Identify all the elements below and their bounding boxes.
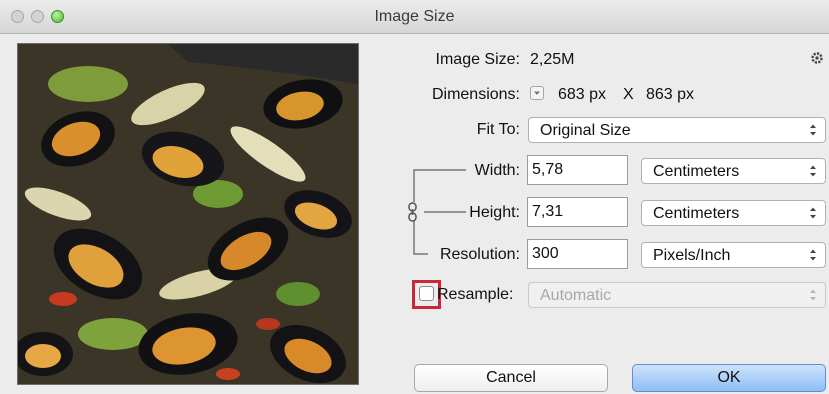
fit-to-value: Original Size — [540, 122, 631, 139]
height-input[interactable]: 7,31 — [527, 197, 628, 227]
ok-button[interactable]: OK — [632, 364, 826, 392]
width-unit-value: Centimeters — [653, 163, 740, 180]
dimensions-width-px: 683 px — [558, 86, 607, 103]
resample-checkbox[interactable] — [419, 286, 434, 301]
height-value: 7,31 — [532, 203, 564, 220]
resolution-unit-value: Pixels/Inch — [653, 247, 731, 264]
select-arrows-icon — [810, 207, 816, 219]
resample-method-value: Automatic — [540, 287, 612, 304]
select-arrows-icon — [810, 249, 816, 261]
select-arrows-icon — [810, 289, 816, 301]
image-size-value: 2,25M — [530, 51, 575, 68]
gear-icon[interactable] — [810, 51, 824, 65]
cancel-button[interactable]: Cancel — [414, 364, 608, 392]
resolution-value: 300 — [532, 245, 559, 262]
dimensions-label: Dimensions: — [431, 86, 520, 103]
resolution-input[interactable]: 300 — [527, 239, 628, 269]
image-size-dialog: Image Size Image Size: 2,25M Dimensions:… — [0, 0, 829, 394]
image-size-label: Image Size: — [435, 51, 520, 68]
width-label: Width: — [474, 162, 520, 179]
dimensions-separator: X — [623, 86, 634, 103]
select-arrows-icon — [810, 124, 816, 136]
height-unit-select[interactable]: Centimeters — [641, 200, 826, 226]
fit-to-label: Fit To: — [476, 121, 520, 138]
image-preview[interactable] — [17, 43, 359, 385]
food-photo-preview — [18, 44, 358, 384]
dimensions-height-px: 863 px — [646, 86, 695, 103]
dimensions-unit-menu[interactable] — [530, 86, 544, 100]
resolution-unit-select[interactable]: Pixels/Inch — [641, 242, 826, 268]
height-label: Height: — [469, 204, 520, 221]
height-unit-value: Centimeters — [653, 205, 740, 222]
fit-to-select[interactable]: Original Size — [528, 117, 826, 143]
resample-method-select[interactable]: Automatic — [528, 282, 826, 308]
width-value: 5,78 — [532, 161, 564, 178]
resolution-label: Resolution: — [439, 246, 520, 263]
resample-label: Resample: — [437, 286, 514, 303]
chain-link-icon[interactable] — [405, 202, 423, 222]
window-title: Image Size — [374, 8, 455, 25]
title-bar: Image Size — [0, 0, 829, 34]
width-input[interactable]: 5,78 — [527, 155, 628, 185]
chevron-down-icon — [534, 91, 540, 95]
width-unit-select[interactable]: Centimeters — [641, 158, 826, 184]
select-arrows-icon — [810, 165, 816, 177]
